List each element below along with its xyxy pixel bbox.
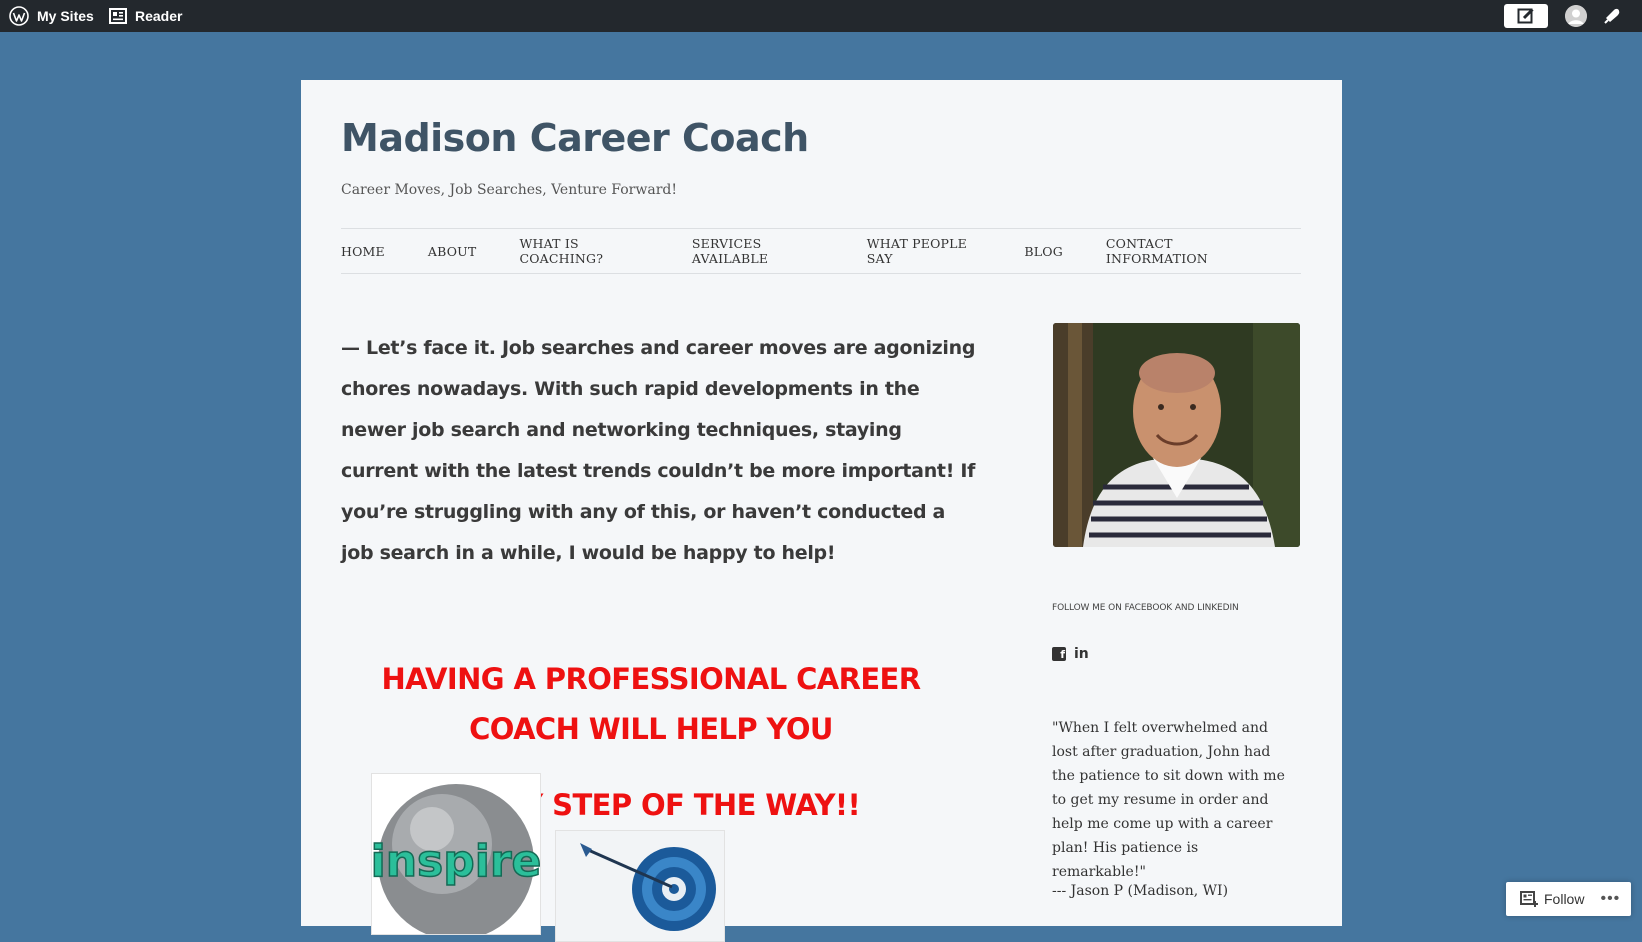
nav-item-home[interactable]: HOME xyxy=(341,244,385,259)
facebook-icon[interactable]: f xyxy=(1052,647,1066,661)
reader-icon xyxy=(109,8,127,24)
inspire-image[interactable]: inspire xyxy=(371,773,541,935)
social-links: f in xyxy=(1052,646,1089,662)
site-page: Madison Career Coach Career Moves, Job S… xyxy=(301,80,1342,942)
admin-bar: My Sites Reader xyxy=(0,0,1642,32)
wordpress-icon xyxy=(9,6,29,26)
bell-icon xyxy=(1604,8,1620,24)
reader-label: Reader xyxy=(135,8,183,24)
nav-item-what-is-coaching[interactable]: WHAT IS COACHING? xyxy=(519,236,648,266)
follow-button[interactable]: Follow ••• xyxy=(1506,882,1631,916)
site-title[interactable]: Madison Career Coach xyxy=(341,116,809,160)
site-description: Career Moves, Job Searches, Venture Forw… xyxy=(341,182,677,198)
nav-item-blog[interactable]: BLOG xyxy=(1024,244,1063,259)
social-widget-title: FOLLOW ME ON FACEBOOK AND LINKEDIN xyxy=(1052,603,1239,613)
follow-label: Follow xyxy=(1544,891,1585,907)
reader-link[interactable]: Reader xyxy=(109,0,182,32)
profile-avatar[interactable] xyxy=(1565,5,1587,27)
write-button[interactable] xyxy=(1504,4,1548,28)
write-icon xyxy=(1517,8,1534,24)
my-sites-link[interactable]: My Sites xyxy=(9,0,94,32)
intro-paragraph: — Let’s face it. Job searches and career… xyxy=(341,337,976,564)
headline-professional-coach: HAVING A PROFESSIONAL CAREER COACH WILL … xyxy=(381,662,922,746)
target-image[interactable] xyxy=(555,830,725,942)
main-navigation: HOME ABOUT WHAT IS COACHING? SERVICES AV… xyxy=(341,228,1301,274)
nav-item-what-people-say[interactable]: WHAT PEOPLE SAY xyxy=(867,236,982,266)
avatar-icon xyxy=(1565,5,1587,27)
inspire-image-text: inspire xyxy=(372,836,540,887)
notifications-button[interactable] xyxy=(1602,6,1622,29)
testimonial-quote: "When I felt overwhelmed and lost after … xyxy=(1052,720,1285,880)
nav-item-services-available[interactable]: SERVICES AVAILABLE xyxy=(692,236,824,266)
testimonial-author: --- Jason P (Madison, WI) xyxy=(1052,883,1229,899)
nav-item-about[interactable]: ABOUT xyxy=(428,244,477,259)
nav-item-contact-information[interactable]: CONTACT INFORMATION xyxy=(1106,236,1258,266)
more-options-icon[interactable]: ••• xyxy=(1600,890,1620,908)
my-sites-label: My Sites xyxy=(37,8,94,24)
follow-icon xyxy=(1520,891,1538,907)
profile-photo xyxy=(1053,323,1300,547)
linkedin-icon[interactable]: in xyxy=(1074,646,1089,662)
